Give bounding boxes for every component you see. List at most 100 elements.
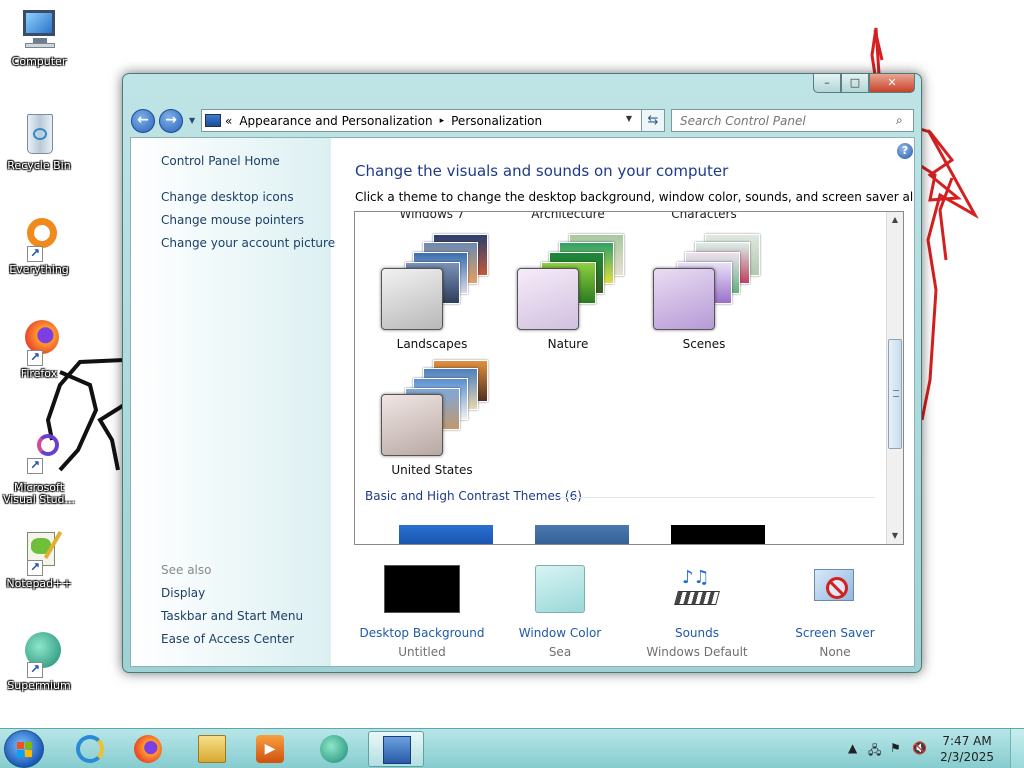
screen-saver-icon bbox=[810, 565, 860, 613]
screen-saver-setting[interactable]: Screen Saver None bbox=[760, 565, 910, 659]
everything-search-icon: ↗ bbox=[15, 214, 63, 262]
refresh-button[interactable]: ⇆ bbox=[641, 109, 665, 132]
window-color-link[interactable]: Window Color bbox=[485, 626, 635, 640]
visual-studio-icon: ↗ bbox=[15, 432, 63, 480]
desktop-background-value: Untitled bbox=[398, 645, 446, 659]
display-link[interactable]: Display bbox=[161, 586, 205, 600]
internet-explorer-icon bbox=[76, 735, 104, 763]
notepad-plus-plus-icon: ↗ bbox=[15, 528, 63, 576]
desktop-icon-firefox[interactable]: ↗ Firefox bbox=[2, 318, 76, 380]
network-icon[interactable]: 🖧 bbox=[868, 741, 881, 762]
volume-muted-icon[interactable]: 🔇 bbox=[912, 741, 927, 755]
screen-saver-link[interactable]: Screen Saver bbox=[760, 626, 910, 640]
search-icon[interactable]: ⌕ bbox=[896, 113, 903, 128]
control-panel-content: Control Panel Home Change desktop icons … bbox=[130, 137, 915, 667]
breadcrumb-separator-icon[interactable]: ▸ bbox=[440, 116, 445, 126]
theme-name: Nature bbox=[547, 337, 589, 351]
taskbar-start-menu-link[interactable]: Taskbar and Start Menu bbox=[161, 609, 303, 623]
address-chevron[interactable]: « bbox=[225, 114, 232, 128]
desktop-background-icon bbox=[384, 565, 460, 613]
window-color-setting[interactable]: Window Color Sea bbox=[485, 565, 635, 659]
control-panel-home-link[interactable]: Control Panel Home bbox=[161, 154, 280, 168]
theme-list: Windows 7 Architecture Characters Landsc… bbox=[354, 211, 904, 545]
computer-icon bbox=[15, 6, 63, 54]
search-input[interactable] bbox=[671, 109, 914, 132]
theme-basic-2[interactable] bbox=[535, 525, 629, 544]
back-button[interactable]: ← bbox=[131, 109, 155, 133]
caption-buttons: – □ ✕ bbox=[813, 74, 915, 93]
scroll-down-icon[interactable]: ▼ bbox=[887, 528, 903, 544]
show-desktop-button[interactable] bbox=[1010, 729, 1024, 768]
control-panel-icon bbox=[205, 114, 221, 127]
clock[interactable]: 7:47 AM 2/3/2025 bbox=[940, 733, 994, 765]
change-account-picture-link[interactable]: Change your account picture bbox=[161, 236, 335, 250]
sounds-link[interactable]: Sounds bbox=[622, 626, 772, 640]
desktop-icon-label: Computer bbox=[11, 55, 67, 68]
desktop-icon-label: Microsoft Visual Stud... bbox=[2, 481, 76, 506]
desktop-icon-computer[interactable]: Computer bbox=[2, 6, 76, 68]
help-icon[interactable]: ? bbox=[897, 143, 913, 159]
sounds-setting[interactable]: ♪♫ Sounds Windows Default bbox=[622, 565, 772, 659]
maximize-button[interactable]: □ bbox=[841, 74, 869, 93]
taskbar-file-explorer[interactable] bbox=[184, 731, 240, 767]
navigation-bar: ← → ▼ « Appearance and Personalization ▸… bbox=[131, 107, 917, 133]
show-hidden-icons-icon[interactable]: ▲ bbox=[848, 741, 857, 755]
screen-saver-value: None bbox=[819, 645, 851, 659]
desktop-icon-label: Supermium bbox=[7, 679, 71, 692]
theme-list-scrollbar[interactable]: ▲ ▼ bbox=[886, 212, 903, 544]
theme-color-swatch bbox=[517, 268, 579, 330]
desktop-icon-notepad-plus-plus[interactable]: ↗ Notepad++ bbox=[2, 528, 76, 590]
desktop-icon-label: Firefox bbox=[20, 367, 58, 380]
taskbar-firefox[interactable] bbox=[120, 731, 176, 767]
personalization-window: – □ ✕ ← → ▼ « Appearance and Personaliza… bbox=[122, 73, 922, 673]
desktop-icon-supermium[interactable]: ↗ Supermium bbox=[2, 630, 76, 692]
taskbar-control-panel[interactable] bbox=[368, 731, 424, 767]
desktop-background-setting[interactable]: Desktop Background Untitled bbox=[347, 565, 497, 659]
see-also-label: See also bbox=[161, 563, 212, 577]
group-divider bbox=[555, 497, 875, 498]
theme-nature[interactable]: Nature bbox=[503, 216, 633, 351]
theme-basic-1[interactable] bbox=[399, 525, 493, 544]
start-button[interactable] bbox=[4, 730, 44, 768]
shortcut-arrow-icon: ↗ bbox=[27, 246, 43, 262]
sounds-icon: ♪♫ bbox=[672, 565, 722, 613]
desktop-icon-label: Everything bbox=[9, 263, 69, 276]
taskbar-supermium[interactable] bbox=[306, 731, 362, 767]
theme-high-contrast[interactable] bbox=[671, 525, 765, 544]
taskbar-media-player[interactable]: ▶ bbox=[242, 731, 298, 767]
scroll-up-icon[interactable]: ▲ bbox=[887, 212, 903, 228]
page-subtitle: Click a theme to change the desktop back… bbox=[355, 190, 915, 204]
close-button[interactable]: ✕ bbox=[869, 74, 915, 93]
minimize-button[interactable]: – bbox=[813, 74, 841, 93]
theme-name: Scenes bbox=[682, 337, 726, 351]
system-tray: ▲ 🖧 ⚑ 🔇 7:47 AM 2/3/2025 bbox=[824, 729, 1024, 768]
desktop-icon-everything[interactable]: ↗ Everything bbox=[2, 214, 76, 276]
forward-button[interactable]: → bbox=[159, 109, 183, 133]
supermium-icon bbox=[320, 735, 348, 763]
breadcrumb-personalization[interactable]: Personalization bbox=[451, 114, 542, 128]
control-panel-icon bbox=[383, 736, 411, 764]
sounds-value: Windows Default bbox=[646, 645, 748, 659]
address-dropdown-icon[interactable]: ▼ bbox=[626, 114, 632, 123]
theme-united-states[interactable]: United States bbox=[367, 342, 497, 477]
desktop-icon-visual-studio[interactable]: ↗ Microsoft Visual Stud... bbox=[2, 432, 76, 506]
change-desktop-icons-link[interactable]: Change desktop icons bbox=[161, 190, 294, 204]
address-bar[interactable]: « Appearance and Personalization ▸ Perso… bbox=[201, 109, 665, 132]
clock-date: 2/3/2025 bbox=[940, 750, 994, 764]
action-center-flag-icon[interactable]: ⚑ bbox=[890, 741, 901, 755]
recent-pages-dropdown-icon[interactable]: ▼ bbox=[189, 116, 195, 125]
clock-time: 7:47 AM bbox=[942, 734, 992, 748]
taskbar-internet-explorer[interactable] bbox=[62, 731, 118, 767]
scrollbar-thumb[interactable] bbox=[888, 339, 902, 449]
theme-landscapes[interactable]: Landscapes bbox=[367, 216, 497, 351]
desktop-icon-recycle-bin[interactable]: Recycle Bin bbox=[2, 110, 76, 172]
basic-high-contrast-group-header: Basic and High Contrast Themes (6) bbox=[365, 489, 582, 503]
taskbar: ▶ ▲ 🖧 ⚑ 🔇 7:47 AM 2/3/2025 bbox=[0, 728, 1024, 768]
theme-scenes[interactable]: Scenes bbox=[639, 216, 769, 351]
desktop-icon-label: Recycle Bin bbox=[7, 159, 71, 172]
desktop: Computer Recycle Bin ↗ Everything ↗ Fire… bbox=[0, 0, 1024, 728]
change-mouse-pointers-link[interactable]: Change mouse pointers bbox=[161, 213, 304, 227]
desktop-background-link[interactable]: Desktop Background bbox=[347, 626, 497, 640]
breadcrumb-appearance[interactable]: Appearance and Personalization bbox=[239, 114, 432, 128]
ease-of-access-link[interactable]: Ease of Access Center bbox=[161, 632, 294, 646]
